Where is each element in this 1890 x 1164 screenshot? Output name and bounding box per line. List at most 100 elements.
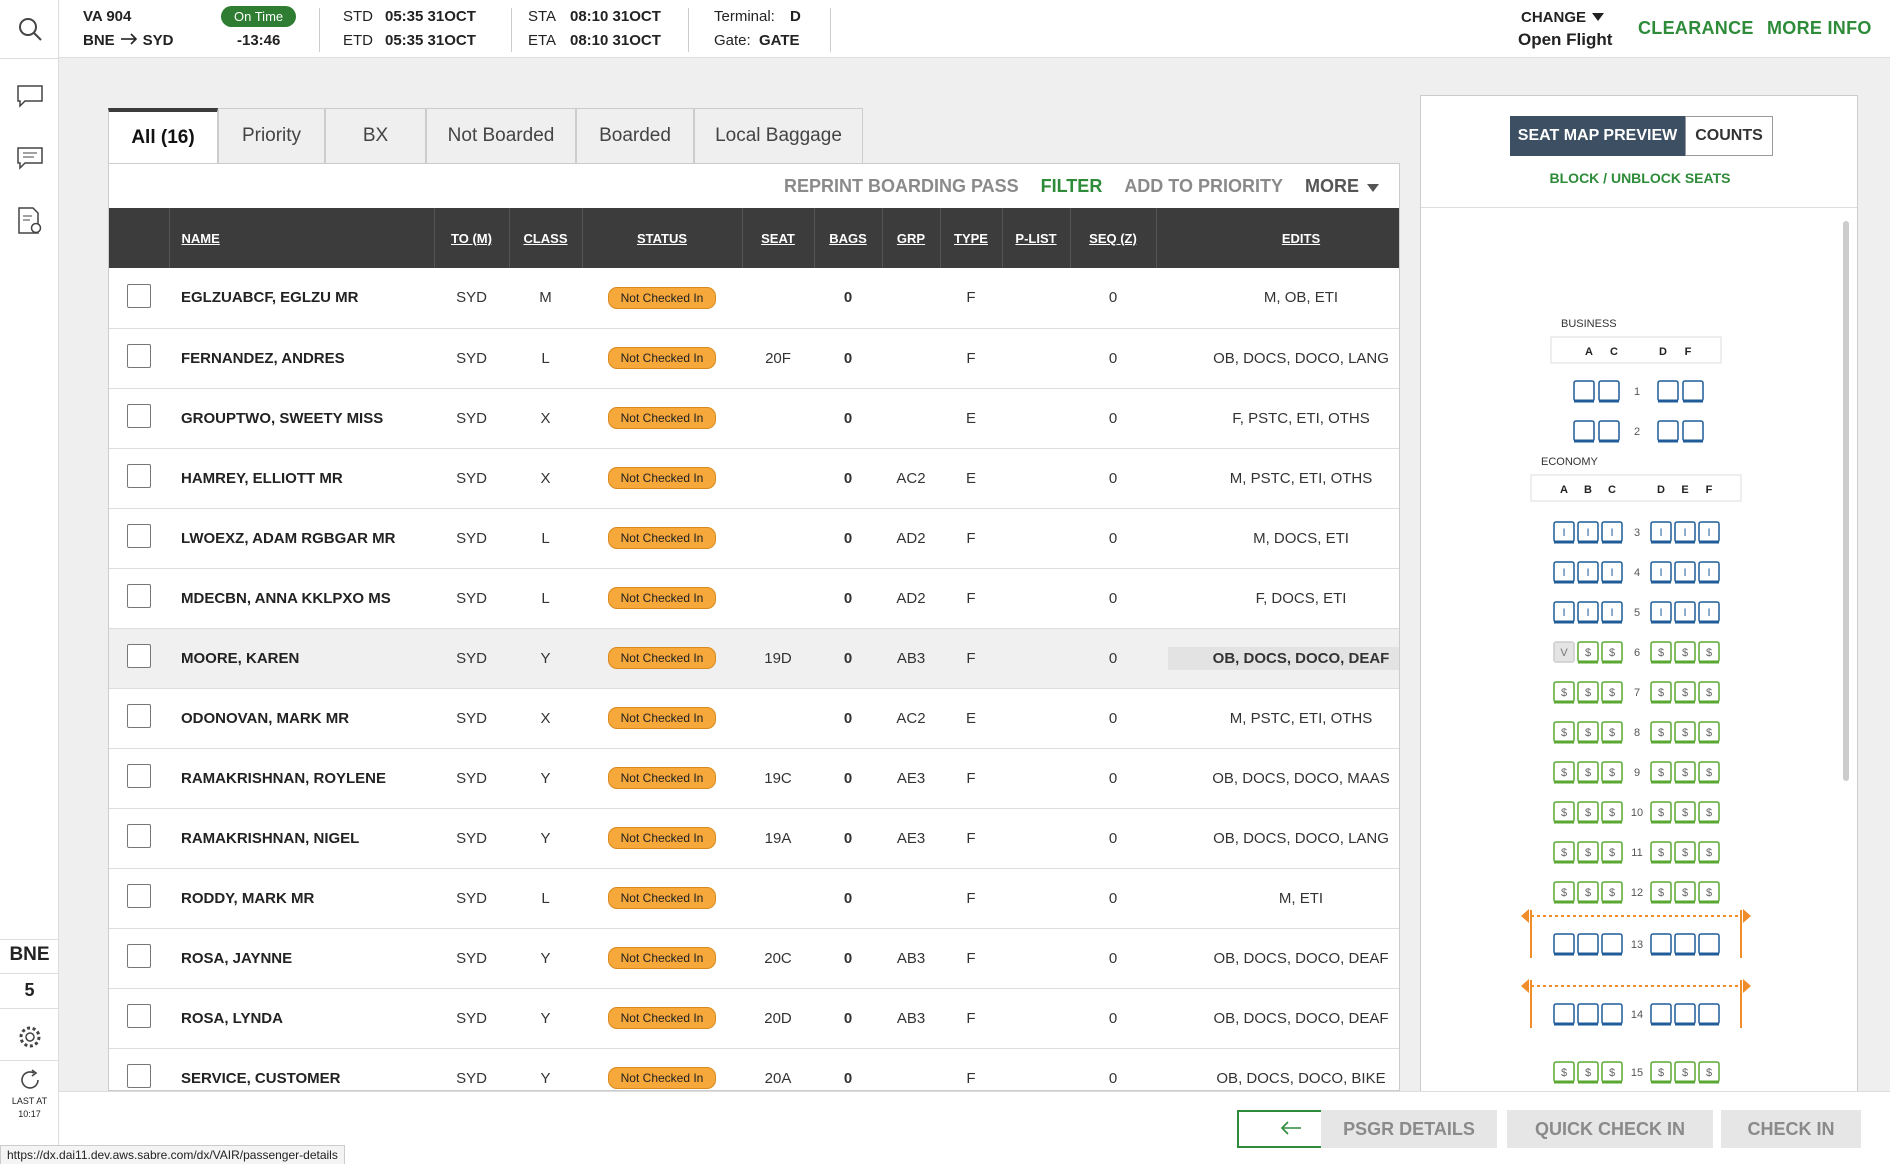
document-settings-icon[interactable]	[0, 206, 59, 236]
table-row[interactable]: GROUPTWO, SWEETY MISS SYD X Not Checked In 0…	[109, 388, 1399, 449]
quick-check-in-button[interactable]: QUICK CHECK IN	[1507, 1110, 1713, 1148]
seat-glyph[interactable]: I	[1659, 567, 1662, 579]
row-checkbox[interactable]	[127, 884, 151, 908]
edits-value[interactable]: M, ETI	[1279, 890, 1323, 907]
seat-glyph[interactable]: $	[1609, 887, 1615, 899]
seat-glyph[interactable]: $	[1609, 687, 1615, 699]
table-row[interactable]: RAMAKRISHNAN, NIGEL SYD Y Not Checked In 19A…	[109, 808, 1399, 869]
table-row[interactable]: LWOEXZ, ADAM RGBGAR MR SYD L Not Checked In…	[109, 508, 1399, 569]
seat-glyph[interactable]: $	[1609, 727, 1615, 739]
seat-glyph[interactable]: $	[1585, 687, 1591, 699]
seat-glyph[interactable]: $	[1706, 1067, 1712, 1079]
row-checkbox[interactable]	[127, 524, 151, 548]
seat-glyph[interactable]: I	[1562, 527, 1565, 539]
edits-value[interactable]: M, PSTC, ETI, OTHS	[1230, 470, 1373, 487]
seat-glyph[interactable]: $	[1682, 687, 1688, 699]
psgr-details-button[interactable]: PSGR DETAILS	[1321, 1110, 1497, 1148]
seat-glyph[interactable]: $	[1658, 847, 1664, 859]
table-row[interactable]: MOORE, KAREN SYD Y Not Checked In 19D 0 AB3 F 0 O…	[109, 628, 1399, 689]
tab-all[interactable]: All (16)	[108, 108, 218, 163]
seat-glyph[interactable]: $	[1561, 687, 1567, 699]
row-checkbox[interactable]	[127, 764, 151, 788]
seat-glyph[interactable]: $	[1682, 847, 1688, 859]
seat-business[interactable]	[1598, 380, 1620, 402]
seat-glyph[interactable]: $	[1658, 807, 1664, 819]
col-seat[interactable]: SEAT	[742, 208, 815, 268]
col-class[interactable]: CLASS	[509, 208, 583, 268]
edits-value[interactable]: F, PSTC, ETI, OTHS	[1232, 410, 1370, 427]
seat-glyph[interactable]: $	[1658, 647, 1664, 659]
table-row[interactable]: ODONOVAN, MARK MR SYD X Not Checked In 0 AC2 E…	[109, 688, 1399, 749]
tab-counts[interactable]: COUNTS	[1685, 116, 1773, 156]
message-list-icon[interactable]	[0, 146, 59, 170]
col-seq[interactable]: SEQ (Z)	[1070, 208, 1157, 268]
seat-economy[interactable]	[1601, 933, 1623, 955]
reprint-boarding-pass-button[interactable]: REPRINT BOARDING PASS	[784, 176, 1019, 197]
block-unblock-seats-link[interactable]: BLOCK / UNBLOCK SEATS	[1421, 170, 1859, 186]
tab-not-boarded[interactable]: Not Boarded	[426, 108, 576, 163]
tab-boarded[interactable]: Boarded	[576, 108, 694, 163]
edits-value[interactable]: OB, DOCS, DOCO, BIKE	[1216, 1070, 1385, 1087]
row-checkbox[interactable]	[127, 344, 151, 368]
seat-economy[interactable]	[1577, 1003, 1599, 1025]
col-status[interactable]: STATUS	[582, 208, 743, 268]
seat-glyph[interactable]: I	[1707, 567, 1710, 579]
edits-value[interactable]: OB, DOCS, DOCO, DEAF	[1213, 1010, 1388, 1027]
seat-glyph[interactable]: $	[1658, 767, 1664, 779]
check-in-button[interactable]: CHECK IN	[1721, 1110, 1861, 1148]
seat-glyph[interactable]: $	[1609, 647, 1615, 659]
col-edits[interactable]: EDITS	[1156, 208, 1399, 268]
row-checkbox[interactable]	[127, 1004, 151, 1028]
tab-local-baggage[interactable]: Local Baggage	[694, 108, 863, 163]
tab-bx[interactable]: BX	[325, 108, 426, 163]
seat-glyph[interactable]: $	[1658, 887, 1664, 899]
seat-glyph[interactable]: $	[1561, 767, 1567, 779]
seat-glyph[interactable]: $	[1609, 847, 1615, 859]
row-checkbox[interactable]	[127, 584, 151, 608]
col-bags[interactable]: BAGS	[814, 208, 883, 268]
seat-glyph[interactable]: $	[1609, 807, 1615, 819]
seat-glyph[interactable]: $	[1658, 727, 1664, 739]
col-type[interactable]: TYPE	[940, 208, 1003, 268]
seat-glyph[interactable]: I	[1707, 607, 1710, 619]
more-dropdown[interactable]: MORE	[1305, 176, 1379, 197]
seat-business[interactable]	[1682, 380, 1704, 402]
col-grp[interactable]: GRP	[882, 208, 941, 268]
table-row[interactable]: FERNANDEZ, ANDRES SYD L Not Checked In 20F 0 F…	[109, 328, 1399, 389]
seat-economy[interactable]	[1650, 933, 1672, 955]
seat-glyph[interactable]: $	[1682, 767, 1688, 779]
seat-glyph[interactable]: I	[1610, 567, 1613, 579]
seat-glyph[interactable]: $	[1706, 767, 1712, 779]
row-checkbox[interactable]	[127, 464, 151, 488]
seat-glyph[interactable]: I	[1659, 607, 1662, 619]
seat-glyph[interactable]: I	[1586, 607, 1589, 619]
seat-economy[interactable]	[1698, 1003, 1720, 1025]
seat-glyph[interactable]: $	[1682, 1067, 1688, 1079]
table-row[interactable]: EGLZUABCF, EGLZU MR SYD M Not Checked In 0 F 0…	[109, 268, 1399, 329]
tab-priority[interactable]: Priority	[218, 108, 325, 163]
row-checkbox[interactable]	[127, 1064, 151, 1088]
gear-icon[interactable]	[0, 1024, 59, 1050]
seat-business[interactable]	[1598, 420, 1620, 442]
seat-glyph[interactable]: $	[1585, 847, 1591, 859]
add-to-priority-button[interactable]: ADD TO PRIORITY	[1124, 176, 1283, 197]
row-checkbox[interactable]	[127, 704, 151, 728]
seat-economy[interactable]	[1601, 1003, 1623, 1025]
table-row[interactable]: MDECBN, ANNA KKLPXO MS SYD L Not Checked In…	[109, 568, 1399, 629]
seat-glyph[interactable]: $	[1609, 767, 1615, 779]
seat-glyph[interactable]: $	[1585, 647, 1591, 659]
tab-seat-map-preview[interactable]: SEAT MAP PREVIEW	[1510, 116, 1685, 156]
refresh-icon[interactable]	[0, 1068, 59, 1092]
filter-button[interactable]: FILTER	[1041, 176, 1103, 197]
seat-glyph[interactable]: $	[1682, 727, 1688, 739]
seat-glyph[interactable]: $	[1706, 847, 1712, 859]
seat-glyph[interactable]: I	[1683, 527, 1686, 539]
seat-glyph[interactable]: I	[1586, 567, 1589, 579]
seat-glyph[interactable]: I	[1586, 527, 1589, 539]
seat-economy[interactable]	[1698, 933, 1720, 955]
seat-glyph[interactable]: $	[1561, 727, 1567, 739]
seat-glyph[interactable]: $	[1585, 1067, 1591, 1079]
seat-business[interactable]	[1682, 420, 1704, 442]
table-row[interactable]: RODDY, MARK MR SYD L Not Checked In 0 F 0 M, ET…	[109, 868, 1399, 929]
change-dropdown[interactable]: CHANGE	[1521, 8, 1605, 26]
